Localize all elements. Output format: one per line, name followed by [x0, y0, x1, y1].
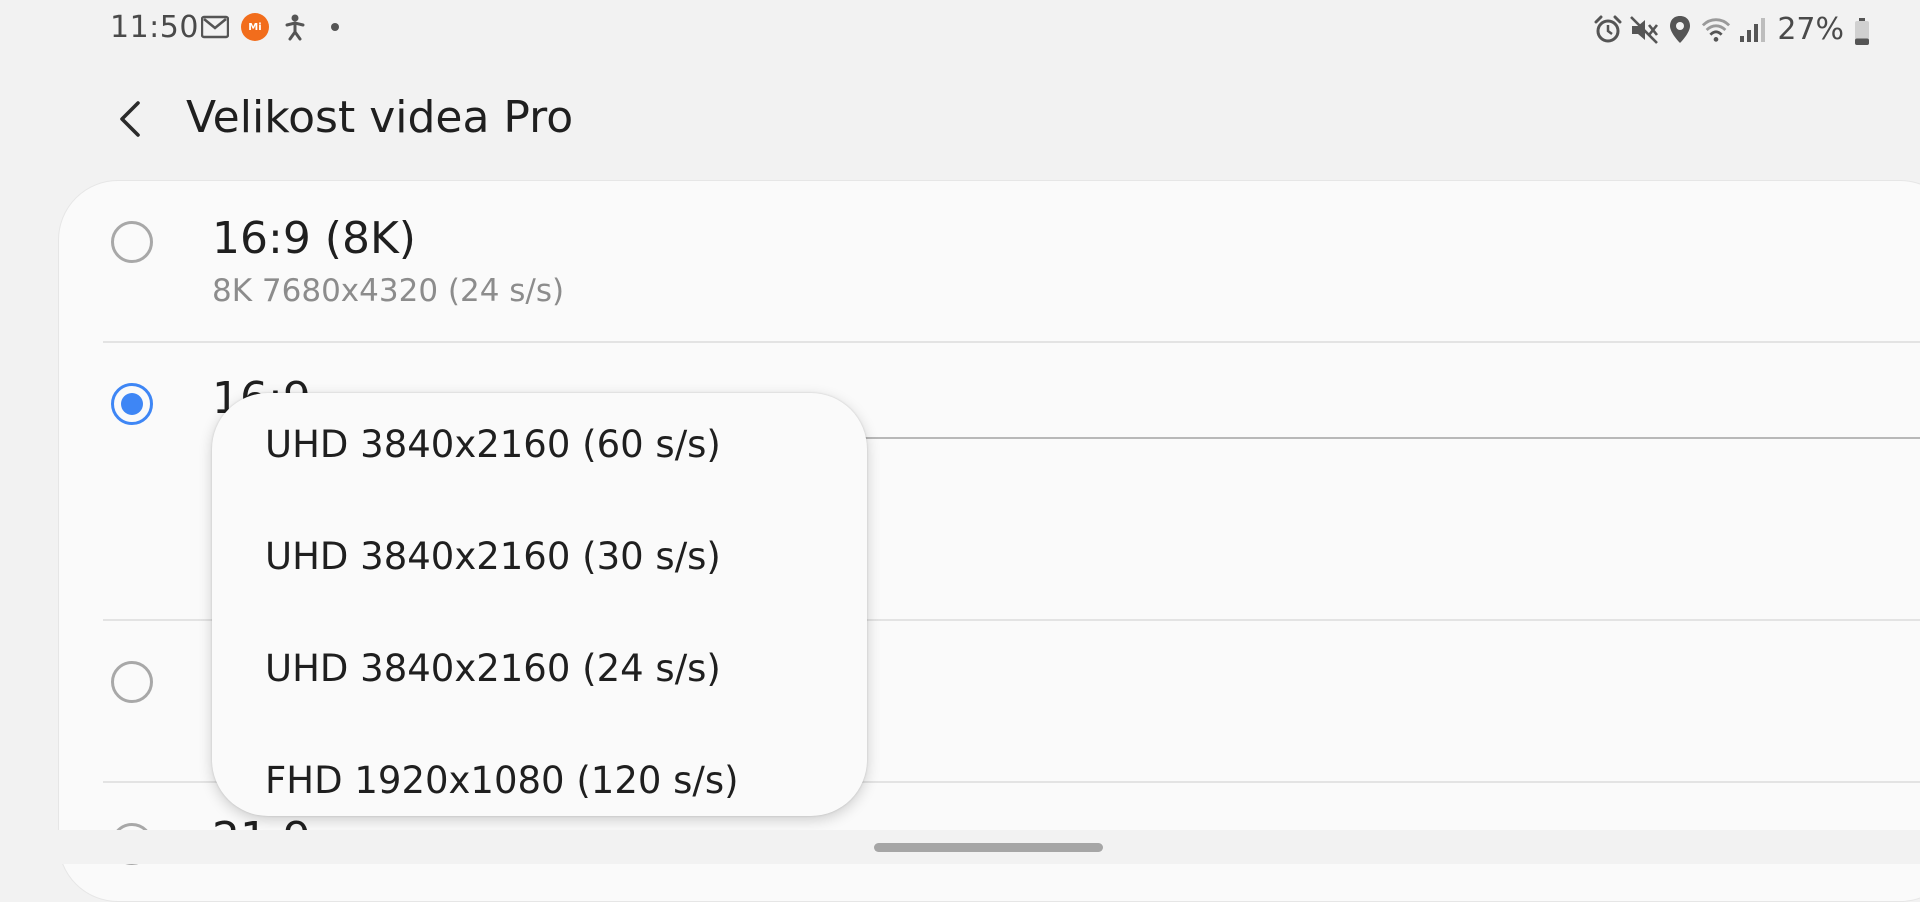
- dropdown-item-label: UHD 3840x2160 (24 s/s): [265, 647, 721, 690]
- dropdown-item-label: UHD 3840x2160 (60 s/s): [265, 423, 721, 466]
- battery-icon: [1854, 17, 1869, 45]
- gmail-icon: [200, 12, 230, 42]
- status-time: 11:50: [110, 10, 199, 45]
- system-status-icons: 27%: [1593, 12, 1869, 47]
- dropdown-item[interactable]: FHD 1920x1080 (120 s/s): [212, 729, 867, 816]
- mi-icon: Mi: [240, 12, 270, 42]
- page-title: Velikost videa Pro: [186, 92, 574, 143]
- alarm-icon: [1593, 15, 1623, 45]
- notification-dot: [320, 12, 350, 42]
- dropdown-item[interactable]: UHD 3840x2160 (24 s/s): [212, 617, 867, 729]
- radio-button[interactable]: [111, 661, 153, 703]
- dropdown-item[interactable]: UHD 3840x2160 (30 s/s): [212, 505, 867, 617]
- navigation-bar: [0, 830, 1920, 864]
- status-bar: 11:50 Mi 27%: [0, 0, 1920, 56]
- back-arrow-icon: [120, 101, 140, 137]
- accessibility-icon: [280, 12, 310, 42]
- mute-icon: [1629, 15, 1659, 45]
- dropdown-item-label: FHD 1920x1080 (120 s/s): [265, 759, 739, 802]
- radio-button-selected[interactable]: [111, 383, 153, 425]
- home-gesture-handle[interactable]: [874, 843, 1103, 852]
- back-button[interactable]: [106, 94, 156, 144]
- signal-icon: [1737, 15, 1767, 45]
- resolution-dropdown-underline: [759, 437, 1920, 439]
- wifi-icon: [1701, 15, 1731, 45]
- resolution-dropdown-menu: UHD 3840x2160 (60 s/s) UHD 3840x2160 (30…: [212, 393, 867, 816]
- notification-icons: Mi: [200, 12, 350, 42]
- dropdown-item[interactable]: UHD 3840x2160 (60 s/s): [212, 393, 867, 505]
- app-header: Velikost videa Pro: [0, 80, 1920, 160]
- battery-percent: 27%: [1777, 12, 1844, 47]
- option-subtitle: 8K 7680x4320 (24 s/s): [212, 273, 565, 309]
- option-16-9-8k[interactable]: 16:9 (8K) 8K 7680x4320 (24 s/s): [59, 181, 1920, 343]
- location-icon: [1665, 15, 1695, 45]
- radio-button[interactable]: [111, 221, 153, 263]
- option-title: 16:9 (8K): [212, 213, 416, 264]
- dropdown-item-label: UHD 3840x2160 (30 s/s): [265, 535, 721, 578]
